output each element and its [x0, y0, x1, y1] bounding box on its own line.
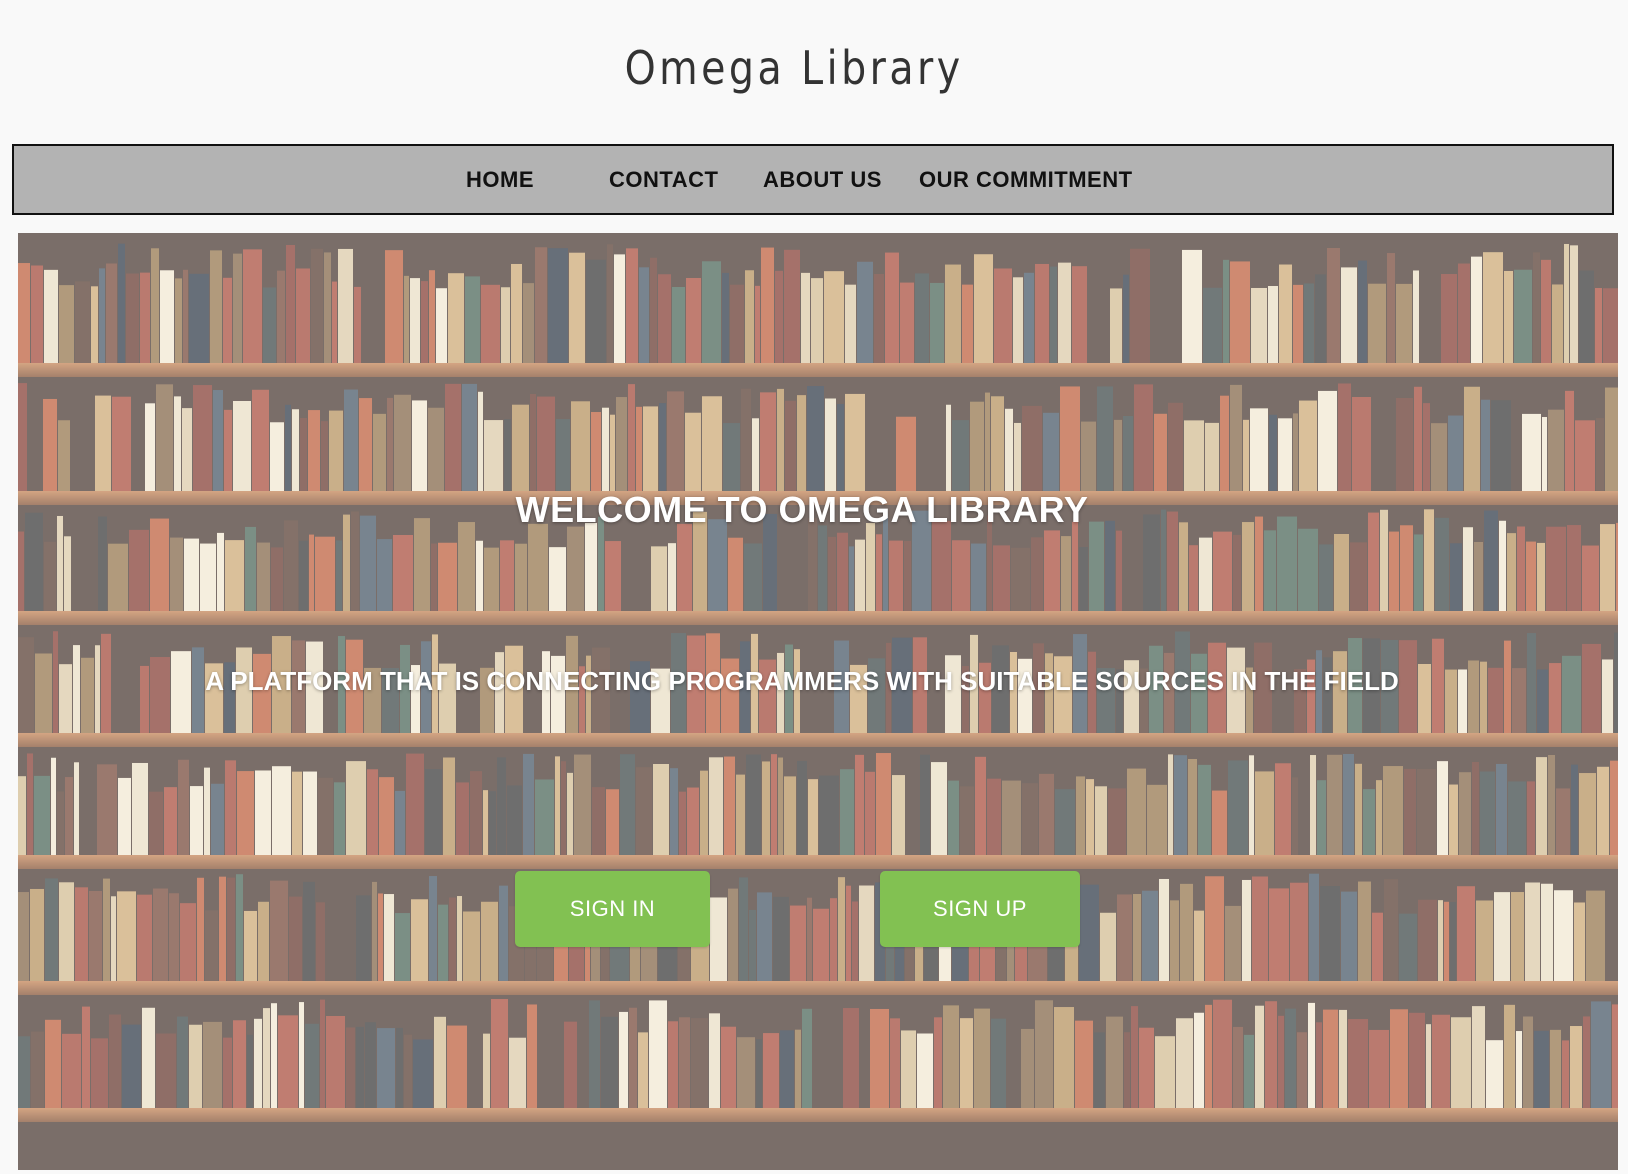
- nav-contact-link[interactable]: CONTACT: [609, 146, 718, 213]
- main-navbar: HOME CONTACT ABOUT US OUR COMMITMENT: [12, 144, 1614, 215]
- site-title: Omega Library: [624, 41, 964, 95]
- hero-overlay: [18, 233, 1618, 1170]
- hero-section: WELCOME TO OMEGA LIBRARY A PLATFORM THAT…: [18, 233, 1618, 1170]
- nav-about-us-link[interactable]: ABOUT US: [763, 146, 882, 213]
- sign-in-button[interactable]: SIGN IN: [515, 871, 710, 947]
- hero-subtitle: A PLATFORM THAT IS CONNECTING PROGRAMMER…: [205, 666, 1399, 696]
- nav-home-link[interactable]: HOME: [466, 146, 534, 213]
- hero-title: WELCOME TO OMEGA LIBRARY: [515, 489, 1089, 530]
- nav-our-commitment-link[interactable]: OUR COMMITMENT: [919, 146, 1133, 213]
- sign-up-button[interactable]: SIGN UP: [880, 871, 1080, 947]
- site-header: Omega Library: [0, 0, 1628, 140]
